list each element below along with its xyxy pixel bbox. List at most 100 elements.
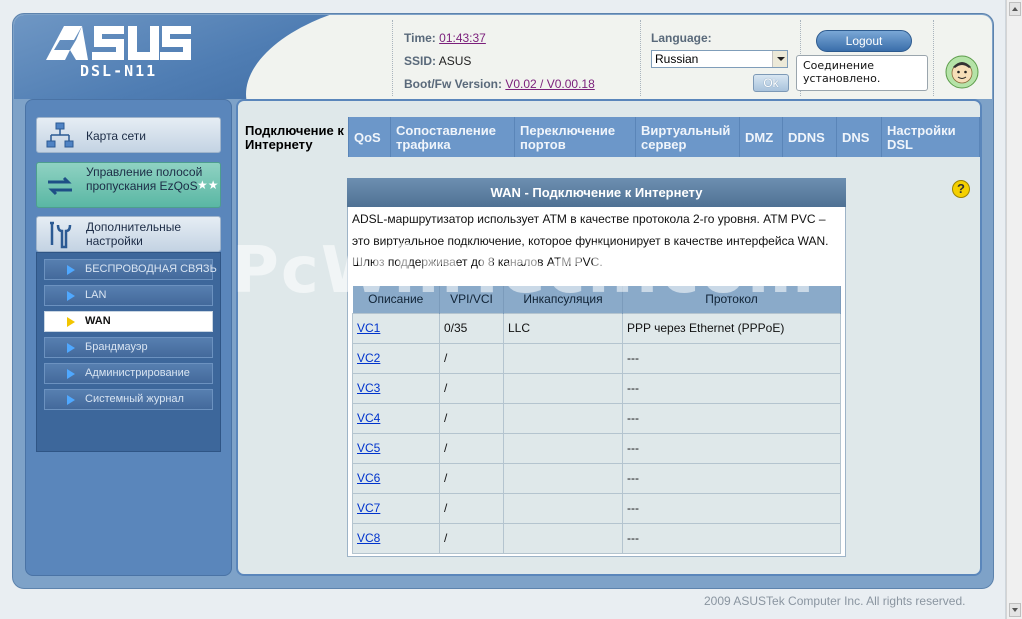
table-row: VC7 / --- bbox=[352, 492, 841, 524]
vc-link[interactable]: VC3 bbox=[357, 381, 380, 395]
protocol-cell: --- bbox=[622, 492, 841, 524]
ssid-row: SSID: ASUS bbox=[404, 54, 471, 68]
header-divider bbox=[640, 20, 641, 96]
column-header: Описание bbox=[352, 286, 440, 313]
protocol-cell: --- bbox=[622, 372, 841, 404]
scroll-down-arrow-icon[interactable] bbox=[1009, 603, 1021, 617]
logout-button[interactable]: Logout bbox=[816, 30, 912, 52]
sidebar-item-label: WAN bbox=[85, 315, 111, 327]
sidebar-item-wan[interactable]: WAN bbox=[44, 311, 213, 332]
encapsulation-cell bbox=[503, 522, 623, 554]
sidebar-item-advanced-settings[interactable]: Дополнительные настройки bbox=[36, 216, 221, 252]
vc-link[interactable]: VC1 bbox=[357, 321, 380, 335]
vpi-vci-cell: 0/35 bbox=[439, 312, 504, 344]
vc-cell: VC7 bbox=[352, 492, 440, 524]
connection-status-face-icon bbox=[945, 55, 979, 89]
table-row: VC5 / --- bbox=[352, 432, 841, 464]
protocol-cell: --- bbox=[622, 462, 841, 494]
sidebar-item-administration[interactable]: Администрирование bbox=[44, 363, 213, 384]
protocol-cell: --- bbox=[622, 432, 841, 464]
fw-version-link[interactable]: V0.02 / V0.00.18 bbox=[505, 77, 594, 91]
vc-cell: VC3 bbox=[352, 372, 440, 404]
protocol-cell: --- bbox=[622, 402, 841, 434]
sidebar-item-firewall[interactable]: Брандмауэр bbox=[44, 337, 213, 358]
sidebar-item-label: Брандмауэр bbox=[85, 341, 148, 353]
sidebar-item-label: Системный журнал bbox=[85, 393, 184, 405]
tab-ddns[interactable]: DDNS bbox=[783, 117, 837, 157]
encapsulation-cell: LLC bbox=[503, 312, 623, 344]
table-row: VC4 / --- bbox=[352, 402, 841, 434]
sidebar-item-label: LAN bbox=[85, 289, 107, 301]
tab-qos[interactable]: QoS bbox=[349, 117, 391, 157]
sidebar-item-lan[interactable]: LAN bbox=[44, 285, 213, 306]
sidebar-item-label: Дополнительные настройки bbox=[86, 220, 181, 248]
header-divider bbox=[933, 20, 934, 96]
vpi-vci-cell: / bbox=[439, 402, 504, 434]
encapsulation-cell bbox=[503, 492, 623, 524]
vc-link[interactable]: VC7 bbox=[357, 501, 380, 515]
connection-status-bubble: Соединение установлено. bbox=[796, 55, 928, 91]
table-row: VC6 / --- bbox=[352, 462, 841, 494]
protocol-cell: PPP через Ethernet (PPPoE) bbox=[622, 312, 841, 344]
protocol-cell: --- bbox=[622, 342, 841, 374]
tab-dns[interactable]: DNS bbox=[837, 117, 882, 157]
language-selected-value: Russian bbox=[655, 52, 699, 66]
tab-dsl-settings[interactable]: Настройки DSL bbox=[882, 117, 980, 157]
vertical-scrollbar[interactable] bbox=[1006, 0, 1022, 619]
vc-link[interactable]: VC6 bbox=[357, 471, 380, 485]
sidebar-item-wireless[interactable]: БЕСПРОВОДНАЯ СВЯЗЬ bbox=[44, 259, 217, 280]
time-row: Time: 01:43:37 bbox=[404, 31, 486, 45]
table-row: VC8 / --- bbox=[352, 522, 841, 554]
vpi-vci-cell: / bbox=[439, 492, 504, 524]
vpi-vci-cell: / bbox=[439, 522, 504, 554]
vc-cell: VC2 bbox=[352, 342, 440, 374]
language-label: Language: bbox=[651, 31, 712, 45]
vc-link[interactable]: VC5 bbox=[357, 441, 380, 455]
sidebar-item-label: Карта сети bbox=[86, 129, 146, 143]
header-divider bbox=[392, 20, 393, 96]
vc-link[interactable]: VC4 bbox=[357, 411, 380, 425]
encapsulation-cell bbox=[503, 372, 623, 404]
sidebar-item-system-log[interactable]: Системный журнал bbox=[44, 389, 213, 410]
arrow-right-icon bbox=[67, 343, 75, 353]
encapsulation-cell bbox=[503, 462, 623, 494]
ssid-label: SSID: bbox=[404, 54, 437, 68]
language-ok-button[interactable]: Ok bbox=[753, 74, 789, 92]
footer-copyright: 2009 ASUSTek Computer Inc. All rights re… bbox=[704, 594, 966, 608]
tab-port-switching[interactable]: Переключение портов bbox=[515, 117, 636, 157]
column-header: Протокол bbox=[622, 286, 841, 313]
help-icon[interactable]: ? bbox=[952, 180, 970, 198]
vc-cell: VC6 bbox=[352, 462, 440, 494]
encapsulation-cell bbox=[503, 402, 623, 434]
vc-link[interactable]: VC8 bbox=[357, 531, 380, 545]
asus-logo bbox=[46, 26, 191, 60]
encapsulation-cell bbox=[503, 342, 623, 374]
table-row: VC1 0/35 LLC PPP через Ethernet (PPPoE) bbox=[352, 312, 841, 344]
language-select[interactable]: Russian bbox=[651, 50, 788, 68]
tab-virtual-server[interactable]: Виртуальный сервер bbox=[636, 117, 740, 157]
network-map-icon bbox=[46, 122, 74, 148]
vc-link[interactable]: VC2 bbox=[357, 351, 380, 365]
arrow-right-icon bbox=[67, 395, 75, 405]
tab-traffic-mapping[interactable]: Сопоставление трафика bbox=[391, 117, 515, 157]
arrow-right-icon bbox=[67, 317, 75, 327]
scroll-up-arrow-icon[interactable] bbox=[1009, 2, 1021, 16]
sidebar-item-ezqos[interactable]: Управление полосой пропускания EzQoS ★★ bbox=[36, 162, 221, 208]
ssid-value: ASUS bbox=[438, 54, 472, 68]
chevron-down-icon[interactable] bbox=[772, 51, 787, 67]
vpi-vci-cell: / bbox=[439, 462, 504, 494]
wan-panel-title: WAN - Подключение к Интернету bbox=[347, 178, 846, 207]
vc-cell: VC1 bbox=[352, 312, 440, 344]
vc-cell: VC4 bbox=[352, 402, 440, 434]
vc-cell: VC8 bbox=[352, 522, 440, 554]
ezqos-icon bbox=[48, 176, 72, 196]
column-header: Инкапсуляция bbox=[503, 286, 623, 313]
tab-internet-connection[interactable]: Подключение к Интернету bbox=[240, 117, 349, 157]
fw-label: Boot/Fw Version: bbox=[404, 77, 503, 91]
vpi-vci-cell: / bbox=[439, 372, 504, 404]
time-link[interactable]: 01:43:37 bbox=[439, 31, 486, 45]
tab-dmz[interactable]: DMZ bbox=[740, 117, 783, 157]
vpi-vci-cell: / bbox=[439, 342, 504, 374]
sidebar-item-network-map[interactable]: Карта сети bbox=[36, 117, 221, 153]
arrow-right-icon bbox=[67, 369, 75, 379]
